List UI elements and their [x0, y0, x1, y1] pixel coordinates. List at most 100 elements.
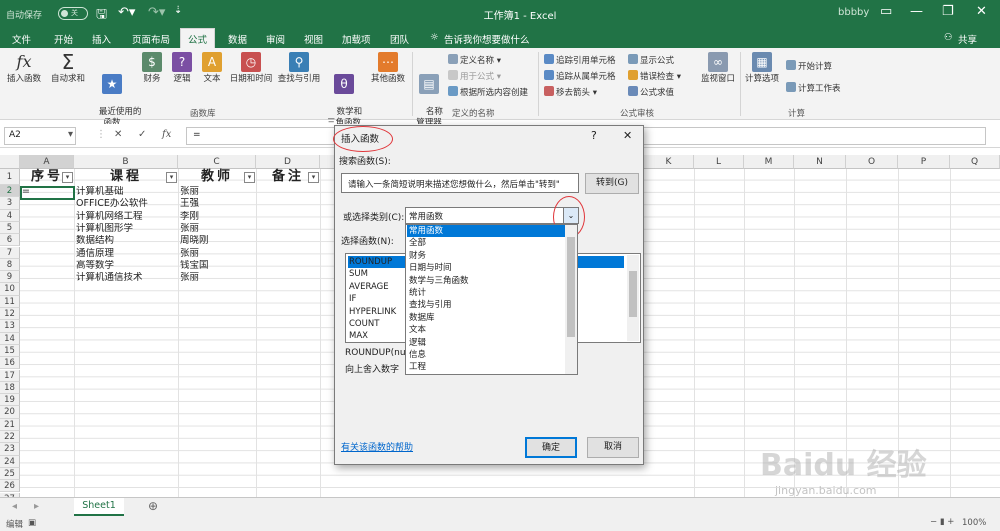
- column-header[interactable]: Q: [950, 155, 1000, 169]
- row-header[interactable]: 23: [0, 443, 20, 456]
- row-header[interactable]: 17: [0, 369, 20, 382]
- help-button[interactable]: ?: [591, 129, 597, 142]
- close-icon[interactable]: ✕: [976, 4, 987, 19]
- tab-home[interactable]: 开始: [54, 32, 73, 46]
- financial-button[interactable]: $ 财务: [138, 52, 166, 85]
- row-header[interactable]: 21: [0, 418, 20, 431]
- function-item[interactable]: ROUNDUP: [349, 256, 392, 268]
- category-option[interactable]: 数学与三角函数: [407, 275, 565, 287]
- row-header[interactable]: 4: [0, 209, 20, 222]
- function-item[interactable]: SUM: [349, 268, 368, 280]
- select-all-corner[interactable]: [0, 155, 20, 169]
- minimize-icon[interactable]: —: [910, 4, 923, 19]
- macro-record-icon[interactable]: ▣: [28, 518, 36, 528]
- filter-dropdown-icon[interactable]: ▾: [244, 172, 255, 183]
- share-icon[interactable]: ⚇: [944, 32, 953, 43]
- table-cell[interactable]: [20, 235, 74, 247]
- zoom-slider[interactable]: − ▮ +: [930, 517, 954, 527]
- autosum-button[interactable]: Σ 自动求和: [48, 52, 88, 85]
- table-cell[interactable]: [20, 198, 74, 210]
- tab-data[interactable]: 数据: [228, 32, 247, 46]
- column-header[interactable]: D: [256, 155, 320, 169]
- datetime-button[interactable]: ◷ 日期和时间: [228, 52, 274, 85]
- table-cell[interactable]: [20, 211, 74, 223]
- row-header[interactable]: 18: [0, 381, 20, 395]
- filter-dropdown-icon[interactable]: ▾: [62, 172, 73, 183]
- row-header[interactable]: 9: [0, 271, 20, 284]
- table-cell[interactable]: 高等数学: [74, 260, 178, 272]
- row-header[interactable]: 20: [0, 406, 20, 419]
- category-dropdown-list[interactable]: 常用函数 全部 财务 日期与时间 数学与三角函数 统计 查找与引用 数据库 文本 逻辑 信息 工程: [405, 224, 578, 375]
- filter-dropdown-icon[interactable]: ▾: [166, 172, 177, 183]
- column-header[interactable]: A: [20, 155, 74, 169]
- table-cell[interactable]: 张丽: [178, 272, 256, 284]
- column-header[interactable]: B: [74, 155, 178, 169]
- show-formulas-button[interactable]: 显示公式: [628, 54, 674, 66]
- row-header[interactable]: 22: [0, 431, 20, 444]
- column-header[interactable]: C: [178, 155, 256, 169]
- tab-review[interactable]: 审阅: [266, 32, 285, 46]
- row-header[interactable]: 10: [0, 283, 20, 296]
- table-cell[interactable]: 钱宝国: [178, 260, 256, 272]
- use-in-formula-button[interactable]: 用于公式 ▾: [448, 70, 501, 82]
- tab-file[interactable]: 文件: [12, 32, 31, 46]
- save-icon[interactable]: 🖫: [96, 5, 107, 27]
- table-cell[interactable]: 周晓刚: [178, 235, 256, 247]
- row-header[interactable]: 13: [0, 320, 20, 333]
- column-header[interactable]: N: [794, 155, 846, 169]
- table-cell[interactable]: 张丽: [178, 223, 256, 235]
- insert-function-button[interactable]: fx 插入函数: [4, 52, 44, 85]
- function-item[interactable]: MAX: [349, 330, 368, 342]
- evaluate-formula-button[interactable]: 公式求值: [628, 86, 674, 98]
- error-checking-button[interactable]: 错误检查 ▾: [628, 70, 681, 82]
- name-box[interactable]: A2: [4, 127, 76, 145]
- table-cell[interactable]: 计算机基础: [74, 186, 178, 198]
- table-cell[interactable]: [20, 272, 74, 284]
- tab-insert[interactable]: 插入: [92, 32, 111, 46]
- name-box-dropdown-icon[interactable]: ▾: [68, 129, 73, 140]
- table-cell[interactable]: =: [20, 186, 74, 198]
- row-header[interactable]: 6: [0, 234, 20, 247]
- create-from-selection-button[interactable]: 根据所选内容创建: [448, 86, 528, 98]
- calc-now-button[interactable]: 开始计算: [786, 60, 832, 72]
- table-cell[interactable]: 通信原理: [74, 248, 178, 260]
- function-item[interactable]: IF: [349, 293, 356, 305]
- row-header[interactable]: 15: [0, 344, 20, 358]
- header-cell-course[interactable]: 课程: [74, 169, 178, 185]
- function-item[interactable]: COUNT: [349, 318, 379, 330]
- zoom-level[interactable]: 100%: [962, 518, 986, 528]
- category-option[interactable]: 全部: [407, 237, 565, 249]
- function-item[interactable]: AVERAGE: [349, 281, 389, 293]
- tab-addins[interactable]: 加载项: [342, 32, 371, 46]
- cancel-entry-icon[interactable]: ✕: [114, 129, 122, 140]
- search-function-input[interactable]: 请输入一条简短说明来描述您想做什么，然后单击"转到": [341, 173, 579, 193]
- user-name[interactable]: bbbby: [838, 7, 869, 18]
- table-cell[interactable]: [20, 248, 74, 260]
- table-cell[interactable]: [20, 223, 74, 235]
- row-header[interactable]: 8: [0, 258, 20, 272]
- close-dialog-button[interactable]: ✕: [623, 129, 632, 142]
- tab-view[interactable]: 视图: [304, 32, 323, 46]
- category-option[interactable]: 工程: [407, 361, 565, 373]
- category-option[interactable]: 数据库: [407, 312, 565, 324]
- tab-team[interactable]: 团队: [390, 32, 409, 46]
- table-cell[interactable]: 数据结构: [74, 235, 178, 247]
- share-button[interactable]: 共享: [958, 32, 977, 46]
- text-button[interactable]: A 文本: [198, 52, 226, 85]
- row-header[interactable]: 24: [0, 455, 20, 468]
- row-header[interactable]: 7: [0, 246, 20, 259]
- autosave-toggle[interactable]: 关: [58, 7, 88, 20]
- table-cell[interactable]: OFFICE办公软件: [74, 198, 178, 210]
- go-button[interactable]: 转到(G): [585, 173, 639, 194]
- column-header[interactable]: K: [644, 155, 694, 169]
- row-header[interactable]: 25: [0, 467, 20, 481]
- category-option[interactable]: 统计: [407, 287, 565, 299]
- function-list-scrollbar[interactable]: [627, 255, 639, 341]
- table-cell[interactable]: 计算机通信技术: [74, 272, 178, 284]
- watch-window-button[interactable]: ∞ 监视窗口: [698, 52, 738, 85]
- row-header[interactable]: 1: [0, 169, 20, 185]
- undo-icon[interactable]: ↶▾: [118, 5, 135, 20]
- ribbon-display-icon[interactable]: ▭: [880, 4, 892, 19]
- customize-qat-icon[interactable]: ⇣: [174, 5, 182, 16]
- tab-page-layout[interactable]: 页面布局: [132, 32, 170, 46]
